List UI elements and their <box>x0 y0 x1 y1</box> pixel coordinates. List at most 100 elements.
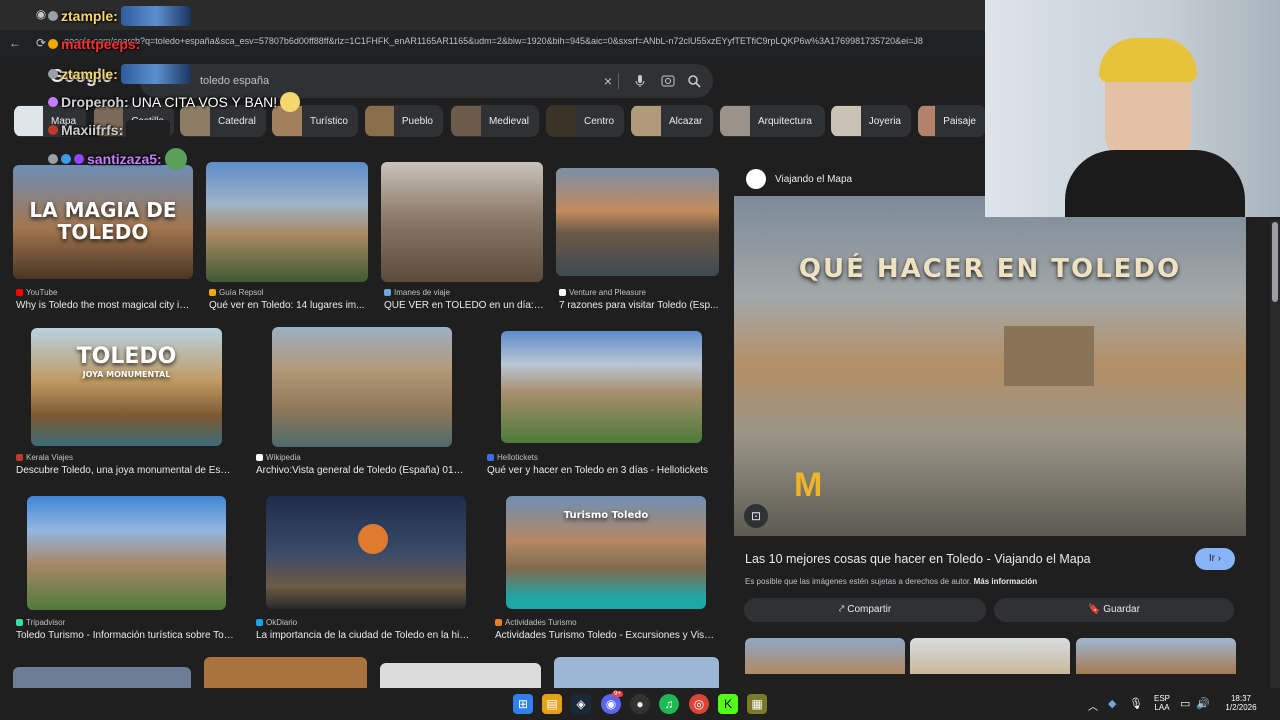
result-title-3[interactable]: QUÉ VER en TOLEDO en un día: ... <box>384 300 544 311</box>
chip-pueblo[interactable]: Pueblo <box>365 105 443 137</box>
share-label: Compartir <box>847 604 892 615</box>
panel-preview-image[interactable]: QUÉ HACER EN TOLEDO M <box>734 196 1246 536</box>
discord-notification-badge: 9+ <box>612 691 623 697</box>
result-source-4[interactable]: Venture and Pleasure <box>559 288 646 297</box>
obs-icon[interactable]: ● <box>630 694 650 714</box>
result-title-4[interactable]: 7 razones para visitar Toledo (Esp... <box>559 300 719 311</box>
source-label: Wikipedia <box>266 453 301 462</box>
steam-icon[interactable]: ◈ <box>571 694 591 714</box>
save-button[interactable]: 🔖 Guardar <box>994 598 1234 622</box>
more-info-link[interactable]: Más información <box>974 577 1038 586</box>
chrome-tab-icon[interactable]: ◉ <box>34 7 48 21</box>
result-source-10[interactable]: Actividades Turismo <box>495 618 577 627</box>
result-title-8[interactable]: Toledo Turismo - Información turística s… <box>16 630 234 641</box>
result-source-6[interactable]: Wikipedia <box>256 453 301 462</box>
app-icon[interactable]: ▦ <box>747 694 767 714</box>
language-indicator[interactable]: ESP LAA <box>1150 694 1174 712</box>
chip-thumb <box>451 106 481 136</box>
back-arrow-icon[interactable]: ← <box>8 36 22 50</box>
badge-icon <box>74 154 84 164</box>
tray-app-icon[interactable]: ◆ <box>1108 697 1116 710</box>
reload-icon[interactable]: ⟳ <box>34 36 48 50</box>
result-image-11[interactable] <box>13 667 191 688</box>
tray-chevron-icon[interactable]: ︿ <box>1088 698 1098 713</box>
chip-centro[interactable]: Centro <box>546 105 624 137</box>
volume-icon[interactable]: 🔊 <box>1196 697 1210 710</box>
result-title-5[interactable]: Descubre Toledo, una joya monumental de … <box>16 465 231 476</box>
result-image-4[interactable] <box>556 168 719 276</box>
kick-icon[interactable]: K <box>718 694 738 714</box>
emote-icon <box>120 6 191 26</box>
mic-icon[interactable] <box>632 73 648 89</box>
badge-icon <box>48 39 58 49</box>
result-source-2[interactable]: Guía Repsol <box>209 288 263 297</box>
spotify-icon[interactable]: ♫ <box>659 694 679 714</box>
result-image-7[interactable] <box>501 331 702 443</box>
image-overlay-subtext: JOYA MONUMENTAL <box>82 370 171 379</box>
search-query-text[interactable]: toledo españa <box>200 75 269 87</box>
scrollbar-thumb[interactable] <box>1272 222 1278 302</box>
tray-mic-icon[interactable]: 🎙 <box>1129 697 1143 710</box>
clock[interactable]: 18:37 1/2/2026 <box>1218 694 1264 712</box>
chip-medieval[interactable]: Medieval <box>451 105 539 137</box>
share-button[interactable]: ⤤ Compartir <box>744 598 986 622</box>
url-text[interactable]: google.com/search?q=toledo+españa&sca_es… <box>64 36 984 50</box>
panel-site-name[interactable]: Viajando el Mapa <box>775 174 852 185</box>
related-image-3[interactable] <box>1076 638 1236 674</box>
favicon-icon <box>384 289 391 296</box>
chip-alcazar[interactable]: Alcazar <box>631 105 713 137</box>
panel-title[interactable]: Las 10 mejores cosas que hacer en Toledo… <box>745 552 1185 566</box>
result-title-9[interactable]: La importancia de la ciudad de Toledo en… <box>256 630 471 641</box>
result-image-9[interactable] <box>266 496 466 609</box>
chip-thumb <box>631 106 661 136</box>
related-image-2[interactable] <box>910 638 1070 674</box>
result-image-2[interactable] <box>206 162 368 282</box>
result-image-6[interactable] <box>272 327 452 447</box>
result-image-10[interactable]: Turismo Toledo <box>506 496 706 609</box>
chip-joyeria[interactable]: Joyeria <box>831 105 911 137</box>
result-title-6[interactable]: Archivo:Vista general de Toledo (España)… <box>256 465 466 476</box>
start-menu-icon[interactable]: ⊞ <box>513 694 533 714</box>
visit-button-label: Ir <box>1208 553 1215 564</box>
lens-icon[interactable] <box>660 73 676 89</box>
result-title-7[interactable]: Qué ver y hacer en Toledo en 3 días - He… <box>487 465 712 476</box>
result-image-3[interactable] <box>381 162 543 282</box>
source-label: Actividades Turismo <box>505 618 577 627</box>
result-source-3[interactable]: Imanes de viaje <box>384 288 450 297</box>
chat-username: matttpeeps: <box>61 36 141 52</box>
result-title-10[interactable]: Actividades Turismo Toledo - Excursiones… <box>495 630 715 641</box>
result-source-8[interactable]: Tripadvisor <box>16 618 65 627</box>
result-title-1[interactable]: Why is Toledo the most magical city in .… <box>16 300 194 311</box>
result-image-5[interactable]: TOLEDO JOYA MONUMENTAL <box>31 328 222 446</box>
result-source-9[interactable]: OkDiario <box>256 618 297 627</box>
network-icon[interactable]: ▭ <box>1180 697 1190 710</box>
chat-message: santizaza5: <box>48 148 187 170</box>
site-favicon-icon[interactable] <box>746 169 766 189</box>
favicon-icon <box>16 454 23 461</box>
related-image-1[interactable] <box>745 638 905 674</box>
favicon-icon <box>256 619 263 626</box>
result-image-1[interactable]: LA MAGIA DE TOLEDO <box>13 165 193 279</box>
result-source-1[interactable]: YouTube <box>16 288 57 297</box>
clear-icon[interactable]: × <box>600 73 616 89</box>
source-label: Kerala Viajes <box>26 453 73 462</box>
chip-thumb <box>14 106 43 136</box>
file-explorer-icon[interactable]: ▤ <box>542 694 562 714</box>
result-image-8[interactable] <box>27 496 226 610</box>
result-title-2[interactable]: Qué ver en Toledo: 14 lugares im... <box>209 300 371 311</box>
discord-icon[interactable]: ◉ <box>601 694 621 714</box>
chip-arquitectura[interactable]: Arquitectura <box>720 105 825 137</box>
streamer-shirt <box>1065 150 1245 217</box>
result-image-14[interactable] <box>554 657 719 688</box>
result-image-12[interactable] <box>204 657 367 688</box>
chrome-icon[interactable]: ◎ <box>689 694 709 714</box>
result-source-7[interactable]: Hellotickets <box>487 453 538 462</box>
visit-button[interactable]: Ir › <box>1195 548 1235 570</box>
lens-icon[interactable]: ⊡ <box>744 504 768 528</box>
chat-username: Maxiifrfs: <box>61 122 124 138</box>
result-source-5[interactable]: Kerala Viajes <box>16 453 73 462</box>
bridge-gate-shape <box>1004 326 1094 386</box>
chip-paisaje[interactable]: Paisaje <box>918 105 986 137</box>
search-icon[interactable] <box>686 73 702 89</box>
result-image-13[interactable] <box>380 663 541 688</box>
